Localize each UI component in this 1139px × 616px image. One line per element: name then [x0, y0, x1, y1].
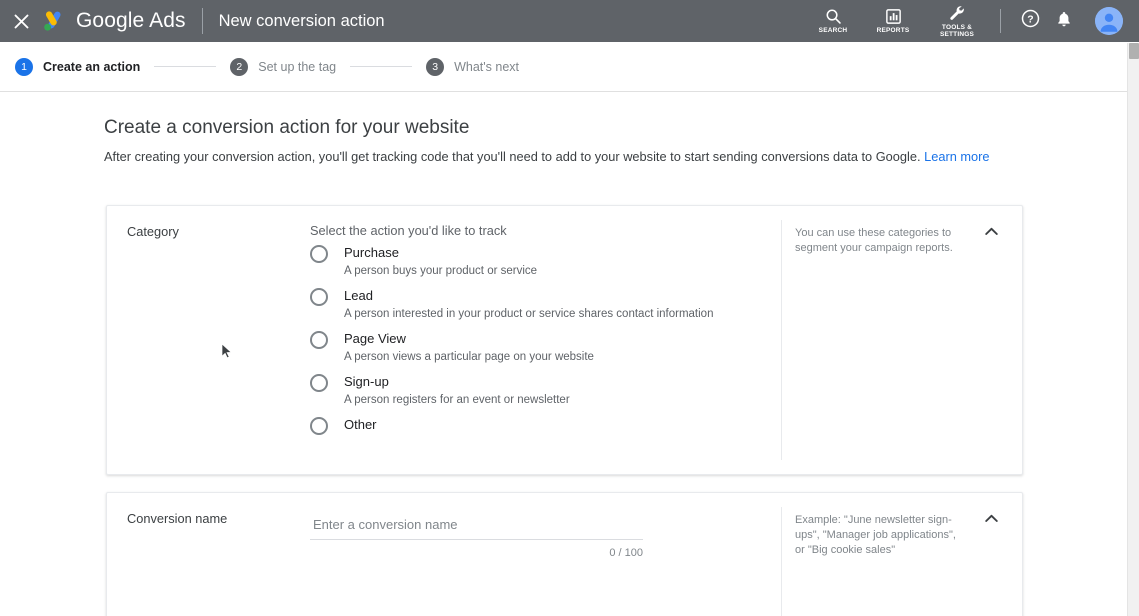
- stepper-step-1-label: Create an action: [43, 59, 141, 74]
- category-field-title: Select the action you'd like to track: [310, 223, 507, 238]
- stepper-step-3-label: What's next: [454, 59, 520, 74]
- radio-circle-icon[interactable]: [310, 288, 328, 306]
- conversion-name-card: Conversion name 0 / 100 Example: "June n…: [106, 492, 1023, 616]
- radio-circle-icon[interactable]: [310, 374, 328, 392]
- header-tools-settings-label: Tools & Settings: [939, 23, 975, 39]
- radio-circle-icon[interactable]: [310, 417, 328, 435]
- content-description-text: After creating your conversion action, y…: [104, 149, 925, 164]
- radio-option-sign-up-desc: A person registers for an event or newsl…: [344, 394, 570, 406]
- radio-option-lead-desc: A person interested in your product or s…: [344, 308, 714, 320]
- header-search-button[interactable]: Search: [804, 0, 862, 42]
- radio-circle-icon[interactable]: [310, 331, 328, 349]
- conversion-name-char-counter: 0 / 100: [609, 547, 643, 559]
- google-ads-logo: [40, 8, 66, 34]
- avatar[interactable]: [1095, 7, 1123, 35]
- app-header: Google Ads New conversion action Search …: [0, 0, 1139, 42]
- main-content: Create a conversion action for your webs…: [0, 93, 1139, 616]
- category-radio-group: Purchase A person buys your product or s…: [310, 244, 713, 443]
- chevron-up-icon: [984, 227, 998, 235]
- header-icons-divider: [1000, 9, 1001, 33]
- account-avatar-icon: [1095, 7, 1123, 35]
- stepper-connector-2: [350, 66, 413, 67]
- radio-option-page-view[interactable]: Page View A person views a particular pa…: [310, 330, 713, 365]
- close-icon: [14, 14, 28, 28]
- chevron-up-icon: [984, 514, 998, 522]
- category-card: Category Select the action you'd like to…: [106, 205, 1023, 475]
- search-icon: [825, 7, 842, 25]
- category-card-label: Category: [127, 224, 179, 239]
- google-ads-logo-icon: [44, 11, 61, 31]
- help-icon: ?: [1021, 9, 1040, 33]
- close-button[interactable]: [6, 0, 36, 42]
- content-description: After creating your conversion action, y…: [104, 148, 1009, 166]
- header-reports-label: Reports: [876, 27, 910, 35]
- stepper-step-3-number: 3: [426, 57, 445, 76]
- radio-option-page-view-desc: A person views a particular page on your…: [344, 351, 594, 363]
- vertical-scrollbar-thumb[interactable]: [1129, 43, 1139, 59]
- radio-option-other-label: Other: [344, 417, 377, 432]
- stepper: 1 Create an action 2 Set up the tag 3 Wh…: [0, 42, 1139, 92]
- stepper-step-1[interactable]: 1 Create an action: [15, 57, 141, 76]
- conversion-name-card-divider: [781, 507, 782, 616]
- learn-more-link[interactable]: Learn more: [924, 149, 989, 164]
- radio-option-page-view-label: Page View: [344, 331, 406, 346]
- stepper-step-2-label: Set up the tag: [258, 59, 337, 74]
- radio-circle-icon[interactable]: [310, 245, 328, 263]
- radio-option-lead[interactable]: Lead A person interested in your product…: [310, 287, 713, 322]
- svg-text:?: ?: [1027, 15, 1033, 26]
- notifications-button[interactable]: [1047, 4, 1081, 38]
- stepper-connector-1: [154, 66, 217, 67]
- brand-name: Google Ads: [76, 9, 186, 32]
- page-title: New conversion action: [218, 11, 385, 30]
- conversion-name-card-collapse-button[interactable]: [980, 507, 1002, 529]
- conversion-name-input-wrap: 0 / 100: [310, 515, 643, 559]
- radio-option-purchase-desc: A person buys your product or service: [344, 265, 538, 277]
- stepper-step-3[interactable]: 3 What's next: [426, 57, 520, 76]
- radio-option-purchase[interactable]: Purchase A person buys your product or s…: [310, 244, 713, 279]
- conversion-name-help-text: Example: "June newsletter sign-ups", "Ma…: [795, 514, 956, 556]
- bell-icon: [1055, 10, 1073, 33]
- conversion-name-input[interactable]: [310, 515, 643, 540]
- content-heading: Create a conversion action for your webs…: [104, 117, 470, 138]
- vertical-scrollbar[interactable]: [1127, 43, 1139, 616]
- help-button[interactable]: ?: [1013, 4, 1047, 38]
- header-tools-settings-button[interactable]: Tools & Settings: [924, 0, 990, 42]
- stepper-step-1-number: 1: [15, 57, 33, 76]
- category-help-text: You can use these categories to segment …: [795, 227, 953, 254]
- radio-option-sign-up[interactable]: Sign-up A person registers for an event …: [310, 373, 713, 408]
- header-reports-button[interactable]: Reports: [864, 0, 922, 42]
- reports-icon: [885, 7, 902, 25]
- stepper-step-2-number: 2: [230, 57, 249, 76]
- radio-option-sign-up-label: Sign-up: [344, 374, 389, 389]
- category-card-divider: [781, 220, 782, 460]
- header-brand-divider: [201, 8, 203, 34]
- header-search-label: Search: [818, 27, 848, 35]
- conversion-name-card-label: Conversion name: [127, 511, 228, 526]
- radio-option-purchase-label: Purchase: [344, 245, 399, 260]
- category-card-collapse-button[interactable]: [980, 220, 1002, 242]
- stepper-step-2[interactable]: 2 Set up the tag: [230, 57, 337, 76]
- radio-option-lead-label: Lead: [344, 288, 373, 303]
- tools-settings-icon: [948, 4, 966, 22]
- radio-option-other[interactable]: Other: [310, 416, 713, 435]
